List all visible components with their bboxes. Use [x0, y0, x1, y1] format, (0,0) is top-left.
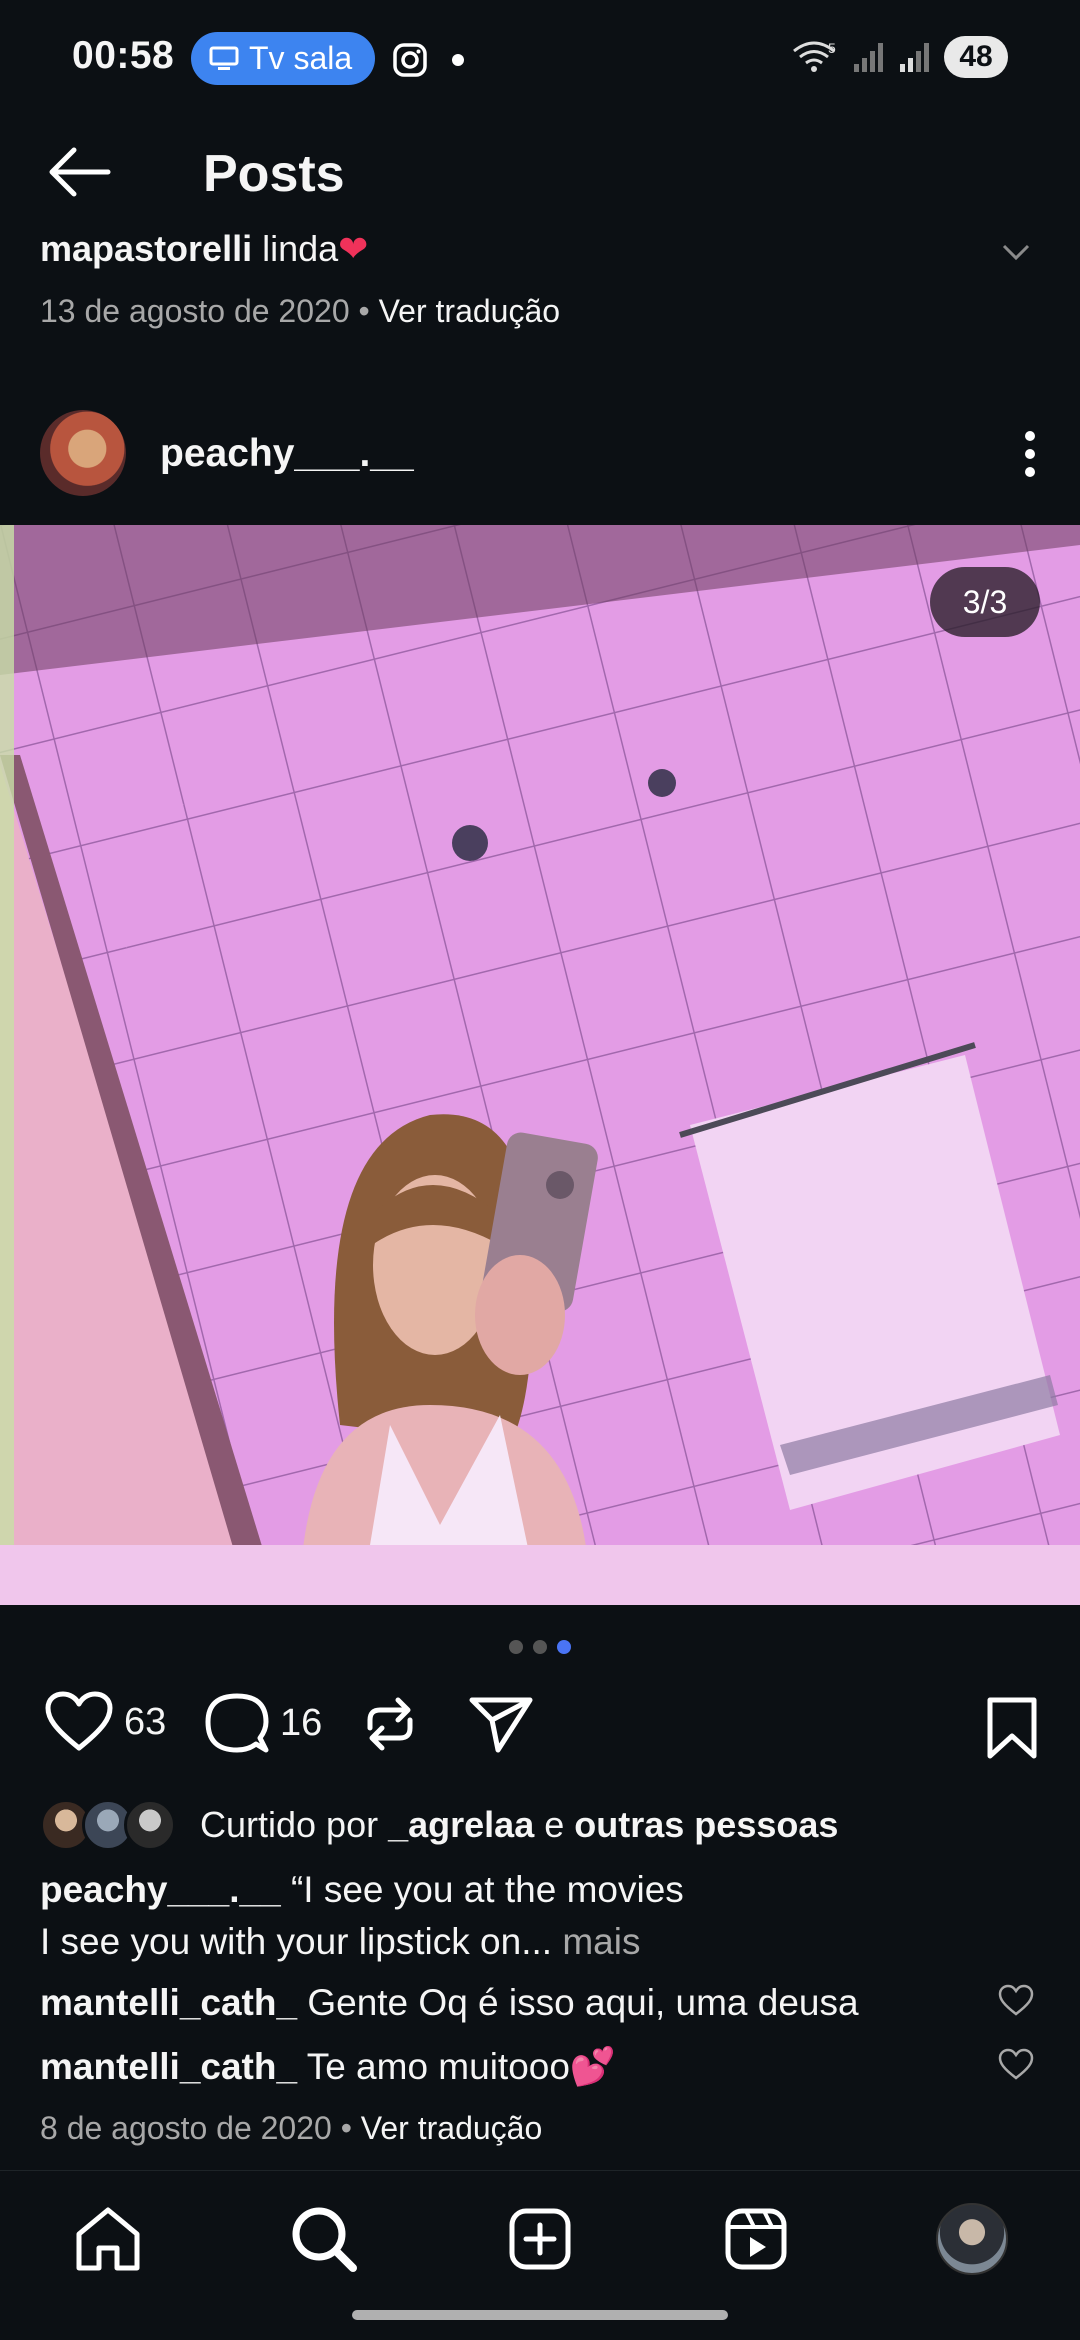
page-title: Posts	[203, 145, 345, 203]
nav-create[interactable]	[502, 2201, 578, 2277]
caption-text-2: I see you with your lipstick on...	[40, 1921, 553, 1962]
caption-line-1: peachy___.__ “I see you at the movies	[40, 1864, 1040, 1916]
caption-text-1: “I see you at the movies	[290, 1869, 684, 1910]
comment-username[interactable]: mantelli_cath_	[40, 2046, 297, 2087]
like-action[interactable]: 63	[44, 1690, 166, 1754]
previous-translate-link[interactable]: Ver tradução	[379, 293, 560, 329]
send-icon	[469, 1697, 533, 1753]
liked-by-row[interactable]: Curtido por _agrelaa e outras pessoas	[40, 1795, 838, 1855]
wifi-icon: 5	[793, 40, 836, 72]
carousel-counter: 3/3	[930, 567, 1040, 637]
reels-icon	[725, 2208, 787, 2270]
pager-dot-1	[509, 1640, 523, 1654]
nav-search[interactable]	[286, 2201, 362, 2277]
comment-text: Gente Oq é isso aqui, uma deusa	[307, 1982, 859, 2023]
red-heart-emoji: ❤	[338, 228, 369, 269]
instagram-posts-screen: 00:58 Tv sala 5 48 Posts mapastorelli li…	[0, 0, 1080, 2340]
previous-post-date-row: 13 de agosto de 2020 • Ver tradução	[40, 293, 560, 330]
post-username[interactable]: peachy___.__	[160, 432, 414, 476]
pager-dot-2	[533, 1640, 547, 1654]
post-header: peachy___.__	[0, 400, 1080, 510]
post-caption: peachy___.__ “I see you at the movies I …	[40, 1864, 1040, 1968]
comment-like-heart-icon[interactable]	[998, 1984, 1034, 2018]
comment-row: mantelli_cath_ Te amo muitooo💕	[40, 2046, 616, 2089]
post-date: 8 de agosto de 2020	[40, 2110, 332, 2146]
signal-1-icon	[854, 43, 883, 72]
create-icon	[509, 2208, 571, 2270]
comment-row: mantelli_cath_ Gente Oq é isso aqui, uma…	[40, 1982, 859, 2024]
post-avatar[interactable]	[40, 410, 126, 496]
caption-username[interactable]: peachy___.__	[40, 1869, 281, 1910]
bookmark-icon[interactable]	[984, 1696, 1040, 1760]
more-notifications-dot	[452, 54, 464, 66]
back-arrow-icon[interactable]	[44, 142, 114, 202]
post-actions: 63 16	[0, 1690, 1080, 1780]
nav-home[interactable]	[70, 2201, 146, 2277]
instagram-notification-icon	[393, 43, 427, 77]
comment-username[interactable]: mantelli_cath_	[40, 1982, 297, 2023]
previous-comment-text: linda	[262, 228, 339, 269]
comment-count: 16	[280, 1701, 323, 1744]
home-gesture-bar[interactable]	[352, 2310, 728, 2320]
previous-comment: mapastorelli linda❤	[40, 228, 368, 276]
comment-icon	[205, 1693, 269, 1753]
translate-link[interactable]: Ver tradução	[361, 2110, 542, 2146]
cast-screen-icon	[209, 46, 239, 70]
home-icon	[76, 2207, 140, 2271]
cast-indicator[interactable]: Tv sala	[191, 32, 375, 85]
bottom-navigation	[0, 2170, 1080, 2340]
profile-avatar	[936, 2203, 1008, 2275]
previous-comment-user[interactable]: mapastorelli	[40, 228, 252, 269]
caption-line-2: I see you with your lipstick on... mais	[40, 1916, 1040, 1968]
comment-like-heart-icon[interactable]	[998, 2048, 1034, 2082]
caption-more-link[interactable]: mais	[562, 1921, 640, 1962]
battery-indicator: 48	[944, 36, 1008, 78]
pager-dot-3-active	[557, 1640, 571, 1654]
post-date-row: 8 de agosto de 2020 • Ver tradução	[40, 2110, 542, 2147]
system-icons: 5 48	[792, 36, 1008, 78]
heart-icon	[45, 1691, 113, 1751]
dot-separator: •	[340, 2110, 361, 2146]
liked-by-text: Curtido por _agrelaa e outras pessoas	[200, 1804, 839, 1845]
more-options-icon[interactable]	[1020, 428, 1040, 480]
liked-by-user[interactable]: _agrelaa	[388, 1804, 534, 1845]
share-action[interactable]	[468, 1694, 534, 1754]
signal-2-icon	[900, 43, 929, 72]
repost-action[interactable]	[360, 1694, 420, 1754]
comment-text: Te amo muitooo💕	[306, 2046, 617, 2087]
liker-avatar-3	[124, 1799, 176, 1851]
post-photo[interactable]: 3/3	[0, 525, 1080, 1605]
status-time: 00:58	[72, 34, 175, 77]
nav-profile[interactable]	[934, 2201, 1010, 2277]
top-header: Posts	[0, 120, 1080, 228]
liked-by-avatars	[40, 1797, 180, 1853]
repost-icon	[367, 1697, 413, 1751]
dot-separator: •	[358, 293, 379, 329]
previous-post-date: 13 de agosto de 2020	[40, 293, 350, 329]
nav-reels[interactable]	[718, 2201, 794, 2277]
svg-text:5: 5	[828, 40, 836, 56]
cast-label: Tv sala	[249, 40, 353, 76]
comment-action[interactable]: 16	[204, 1690, 322, 1756]
bathroom-selfie-illustration	[0, 525, 1080, 1605]
like-count: 63	[124, 1700, 167, 1743]
status-bar: 00:58 Tv sala 5 48	[0, 0, 1080, 120]
liked-by-others[interactable]: outras pessoas	[574, 1804, 838, 1845]
carousel-pager	[0, 1640, 1080, 1654]
search-icon	[292, 2207, 357, 2272]
chevron-down-icon[interactable]	[998, 234, 1034, 270]
